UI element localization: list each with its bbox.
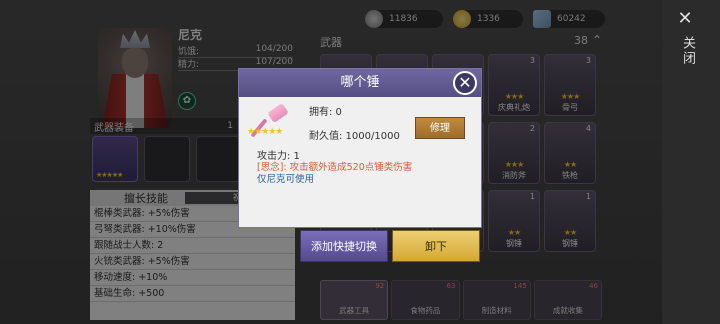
dialog-title: 哪个锤: [239, 69, 481, 97]
hammer-item-icon: [247, 102, 297, 143]
weapon-detail-dialog: 哪个锤 ✕ ★★★★★ 拥有: 0 耐久值: 1000/1000 修理 攻击力:…: [238, 68, 482, 228]
owner-restriction: 仅尼克可使用: [257, 174, 315, 185]
owned-count: 拥有: 0: [309, 107, 342, 118]
close-label[interactable]: 关闭: [678, 36, 697, 66]
durability: 耐久值: 1000/1000: [309, 131, 400, 142]
add-quick-switch-button[interactable]: 添加快捷切换: [300, 230, 388, 262]
close-icon[interactable]: ✕: [676, 10, 694, 28]
item-stars: ★★★★★: [247, 127, 283, 137]
dialog-close-button[interactable]: ✕: [453, 71, 477, 95]
repair-button[interactable]: 修理: [415, 117, 465, 139]
unequip-button[interactable]: 卸下: [392, 230, 480, 262]
